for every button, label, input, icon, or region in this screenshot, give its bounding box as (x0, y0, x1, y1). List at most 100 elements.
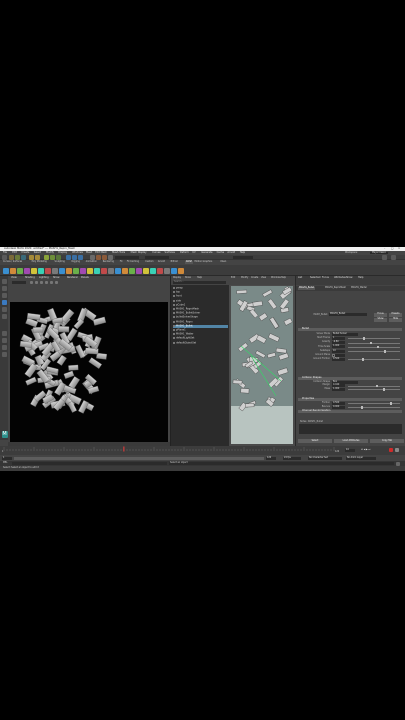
ae-section-bullet[interactable]: Bullet (298, 327, 402, 332)
ae-section-properties[interactable]: Properties (298, 397, 402, 402)
range-end-field[interactable]: 120 (266, 456, 276, 460)
shelf-tool-icon[interactable] (157, 267, 163, 274)
ae-load-attributes-button[interactable]: Load Attributes (334, 439, 368, 443)
ae-menu-selected[interactable]: Selected (310, 276, 320, 279)
paint-select-icon[interactable] (1, 293, 7, 298)
live-surface-field[interactable] (233, 256, 253, 259)
shelf-tab-bifrost[interactable]: Bifrost (171, 261, 178, 263)
ae-row-field[interactable]: 0.000 (332, 405, 345, 409)
time-slider[interactable]: 1 120 44 ⏮ ◀ ▶ ⏭ (0, 446, 405, 455)
ae-select-button[interactable]: Select (298, 439, 332, 443)
slider-knob[interactable] (362, 358, 364, 361)
layout-icon[interactable] (1, 352, 7, 357)
menu-cache[interactable]: Cache (217, 251, 224, 254)
shelf-tool-icon[interactable] (73, 267, 79, 274)
menu-mesh[interactable]: Mesh (86, 251, 92, 254)
menu-mesh-display[interactable]: Mesh Display (131, 251, 147, 254)
rotate-tool-icon[interactable] (1, 307, 7, 312)
ae-row-slider[interactable] (348, 384, 400, 388)
range-bar[interactable] (14, 456, 264, 460)
slider-knob[interactable] (377, 345, 379, 349)
node-menu-edit[interactable]: Edit (231, 276, 235, 279)
grid-icon[interactable] (35, 281, 38, 284)
shelf-tool-icon[interactable] (3, 267, 9, 274)
ae-menu-attributes[interactable]: Attributes (334, 276, 346, 279)
shelf-tab-custom[interactable]: Custom (145, 261, 153, 263)
camera-icon[interactable] (30, 281, 33, 284)
camera-select[interactable] (12, 281, 26, 285)
lasso-tool-icon[interactable] (1, 286, 7, 291)
current-time-marker[interactable] (123, 446, 125, 452)
move-tool-icon[interactable] (1, 300, 7, 305)
menu-uv[interactable]: UV (192, 251, 195, 254)
ae-copy-tab-button[interactable]: Copy Tab (370, 439, 404, 443)
menu-generate[interactable]: Generate (201, 251, 212, 254)
shelf-tool-icon[interactable] (80, 267, 86, 274)
node-menu-modify[interactable]: Modify (241, 276, 248, 279)
shelf-tab-xgen[interactable]: XGen (220, 261, 226, 263)
workspace-dropdown[interactable]: Maya Classic (370, 251, 389, 254)
slider-knob[interactable] (383, 388, 385, 391)
char-set-dropdown[interactable]: No Character Set (308, 456, 342, 460)
shelf-tool-icon[interactable] (136, 267, 142, 274)
outliner-item[interactable]: defaultObjectSet (173, 341, 228, 346)
menu-help[interactable]: Help (240, 251, 245, 254)
menu-surfaces[interactable]: Surfaces (165, 251, 175, 254)
slider-knob[interactable] (363, 337, 365, 340)
node-menu-create[interactable]: Create (251, 276, 258, 279)
shelf-tab-rigging[interactable]: Rigging (72, 261, 80, 263)
shelf-tool-icon[interactable] (94, 267, 100, 274)
viewport-menu-renderer[interactable]: Renderer (67, 276, 78, 279)
outliner-menu-show[interactable]: Show (185, 276, 191, 279)
symmetry-dropdown[interactable] (145, 256, 169, 259)
ae-hide-button[interactable]: Hide (389, 318, 402, 322)
shelf-tool-icon[interactable] (115, 267, 121, 274)
shelf-tab-fx[interactable]: FX (120, 261, 123, 263)
anim-layer-dropdown[interactable]: No Anim Layer (346, 456, 376, 460)
mel-input[interactable] (12, 462, 167, 465)
lights-icon[interactable] (55, 281, 58, 284)
menu-file[interactable]: File (3, 251, 7, 254)
ae-menu-help[interactable]: Help (358, 276, 363, 279)
ae-menu-focus[interactable]: Focus (322, 276, 329, 279)
current-frame-field[interactable]: 44 (345, 448, 355, 452)
shelf-tool-icon[interactable] (10, 267, 16, 274)
ae-show-button[interactable]: Show (374, 318, 387, 322)
ae-focus-button[interactable]: Focus (374, 313, 387, 317)
menu-edit-mesh[interactable]: Edit Mesh (95, 251, 107, 254)
shelf-tool-icon[interactable] (17, 267, 23, 274)
menu-modify[interactable]: Modify (46, 251, 54, 254)
slider-knob[interactable] (361, 406, 363, 409)
ae-row-slider[interactable] (348, 388, 400, 391)
ae-row-field[interactable]: 1.000 (332, 387, 345, 391)
shelf-tool-icon[interactable] (87, 267, 93, 274)
shelf-tool-icon[interactable] (143, 267, 149, 274)
menu-display[interactable]: Display (58, 251, 67, 254)
shelf-tool-icon[interactable] (150, 267, 156, 274)
menu-arnold[interactable]: Arnold (227, 251, 235, 254)
ae-menu-show[interactable]: Show (346, 276, 352, 279)
node-menu-view[interactable]: View (261, 276, 266, 279)
node-menu-windows[interactable]: Windows (271, 276, 281, 279)
shelf-tab-rendering[interactable]: Rendering (103, 261, 114, 263)
ae-row-slider[interactable] (348, 345, 400, 349)
menu-windows[interactable]: Windows (72, 251, 83, 254)
outliner-menu-display[interactable]: Display (173, 276, 181, 279)
key-icon[interactable] (389, 448, 393, 452)
shelf-tab-mash[interactable]: MASH (184, 261, 194, 264)
viewport-menu-lighting[interactable]: Lighting (39, 276, 49, 279)
outliner-menu-help[interactable]: Help (197, 276, 202, 279)
3d-viewport[interactable] (10, 302, 168, 442)
mel-label[interactable]: MEL (3, 461, 8, 464)
wireframe-icon[interactable] (40, 281, 43, 284)
shelf-tool-icon[interactable] (101, 267, 107, 274)
ae-tab-mash1_repromesh[interactable]: MASH1_ReproMesh (324, 287, 347, 289)
ae-tab-mash1_bullet[interactable]: MASH1_Bullet (298, 287, 316, 290)
shelf-tool-icon[interactable] (108, 267, 114, 274)
shelf-tool-icon[interactable] (171, 267, 177, 274)
slider-knob[interactable] (384, 350, 386, 353)
ae-row-field[interactable]: 0.500 (332, 357, 345, 361)
ae-row-field[interactable]: 10 (332, 349, 345, 353)
node-menu-help[interactable]: Help (281, 276, 286, 279)
ae-presets-button[interactable]: Presets (389, 313, 402, 317)
